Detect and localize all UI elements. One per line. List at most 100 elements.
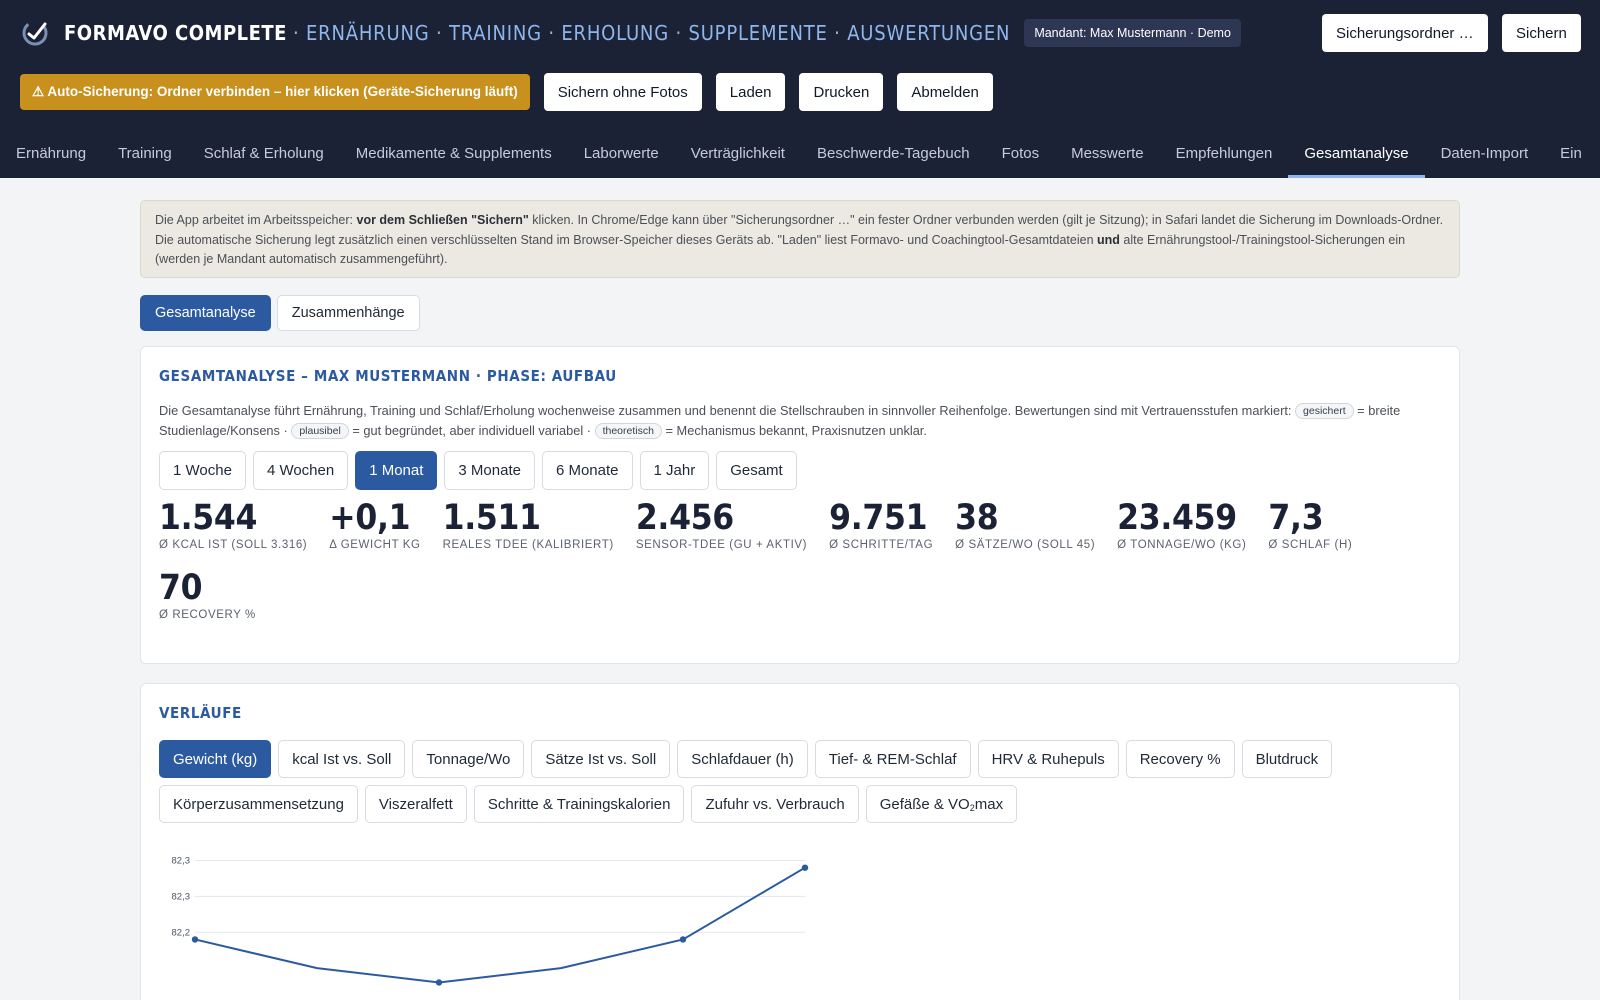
logout-button[interactable]: Abmelden: [897, 73, 993, 111]
y-tick-label: 82,3: [172, 891, 191, 902]
kpi-value: +0,1: [329, 498, 411, 538]
kpi-label: Δ Gewicht kg: [329, 539, 421, 551]
subtab-1[interactable]: Zusammenhänge: [276, 295, 420, 331]
data-point[interactable]: [435, 979, 443, 986]
save-button[interactable]: Sichern: [1502, 14, 1581, 52]
metric-label: Gefäße & VO: [879, 795, 970, 813]
kpi-label: Sensor-TDEE (GU + aktiv): [635, 539, 808, 551]
nav-tab-11[interactable]: Daten-Import: [1425, 136, 1545, 178]
range-button-3[interactable]: 3 Monate: [444, 451, 535, 490]
analysis-subtabs: Gesamtanalyse Zusammenhänge: [140, 295, 420, 331]
y-tick-label: 82,3: [172, 856, 191, 867]
notice-emphasis: und: [1097, 232, 1120, 247]
metric-button-12[interactable]: Zufuhr vs. Verbrauch: [691, 785, 859, 823]
kpi-2: 1.511 Reales TDEE (kalibriert): [443, 499, 614, 551]
metric-button-0[interactable]: Gewicht (kg): [159, 740, 272, 778]
auto-backup-warning-button[interactable]: ⚠ Auto-Sicherung: Ordner verbinden – hie…: [20, 74, 530, 110]
trends-card: Verläufe Gewicht (kg) kcal Ist vs. Soll To…: [140, 683, 1460, 1000]
range-button-2[interactable]: 1 Monat: [355, 451, 438, 490]
range-button-4[interactable]: 6 Monate: [541, 451, 633, 490]
kpi-value: 1.544: [159, 498, 258, 538]
notice-emphasis: vor dem Schließen "Sichern": [356, 213, 529, 227]
metric-button-1[interactable]: kcal Ist vs. Soll: [278, 740, 406, 778]
print-button[interactable]: Drucken: [799, 73, 884, 111]
kpi-value: 70: [159, 568, 203, 608]
range-button-1[interactable]: 4 Wochen: [252, 451, 349, 490]
intro-text: = gut begründet, aber individuell variab…: [348, 423, 595, 438]
range-button-5[interactable]: 1 Jahr: [639, 451, 710, 490]
metric-button-8[interactable]: Blutdruck: [1241, 740, 1333, 778]
kpi-7: 7,3 Ø Schlaf (h): [1268, 499, 1352, 551]
metric-button-6[interactable]: HRV & Ruhepuls: [977, 740, 1119, 778]
metric-button-11[interactable]: Schritte & Trainingskalorien: [473, 785, 685, 823]
trends-title: Verläufe: [159, 704, 242, 722]
confidence-pill-secured: gesichert: [1295, 403, 1354, 419]
tenant-badge: Mandant: Max Mustermann · Demo: [1024, 19, 1241, 47]
intro-text: = Mechanismus bekannt, Praxisnutzen unkl…: [661, 423, 927, 438]
info-notice: Die App arbeitet im Arbeitsspeicher: vor…: [140, 200, 1460, 278]
kpi-grid: 1.544 Ø kcal Ist (Soll 3.316) +0,1 Δ Gewich…: [159, 499, 1449, 621]
kpi-label: Ø Schlaf (h): [1268, 539, 1353, 551]
time-range-selector: 1 Woche 4 Wochen 1 Monat 3 Monate 6 Monate 1 …: [159, 451, 797, 490]
data-point[interactable]: [191, 936, 199, 943]
kpi-value: 1.511: [442, 498, 541, 538]
range-button-0[interactable]: 1 Woche: [159, 451, 246, 490]
nav-tab-6[interactable]: Beschwerde-Tagebuch: [801, 136, 986, 178]
analysis-title: Gesamtanalyse – Max Mustermann · Phase: …: [159, 367, 617, 385]
app-sections: · ERNÄHRUNG · TRAINING · ERHOLUNG · SUPP…: [292, 21, 1011, 45]
range-button-6[interactable]: Gesamt: [716, 451, 797, 490]
load-button[interactable]: Laden: [715, 73, 786, 111]
metric-button-10[interactable]: Viszeralfett: [364, 785, 467, 823]
brand-row: FORMAVO COMPLETE · ERNÄHRUNG · TRAINING …: [20, 14, 1241, 52]
metric-button-3[interactable]: Sätze Ist vs. Soll: [531, 740, 671, 778]
notice-text: Die App arbeitet im Arbeitsspeicher:: [155, 213, 357, 227]
kpi-4: 9.751 Ø Schritte/Tag: [829, 499, 933, 551]
metric-button-4[interactable]: Schlafdauer (h): [677, 740, 808, 778]
kpi-value: 38: [955, 498, 999, 538]
kpi-0: 1.544 Ø kcal Ist (Soll 3.316): [159, 499, 307, 551]
kpi-label: Ø Recovery %: [159, 609, 256, 621]
subtab-0[interactable]: Gesamtanalyse: [140, 295, 271, 331]
nav-tab-7[interactable]: Fotos: [986, 136, 1056, 178]
nav-tab-10[interactable]: Gesamtanalyse: [1288, 136, 1425, 178]
nav-tab-12[interactable]: Ein: [1544, 136, 1598, 178]
nav-tab-3[interactable]: Medikamente & Supplements: [340, 136, 568, 178]
backup-folder-button[interactable]: Sicherungsordner …: [1322, 14, 1488, 52]
confidence-pill-theoretical: theoretisch: [594, 423, 662, 439]
kpi-value: 2.456: [635, 498, 734, 538]
kpi-value: 23.459: [1117, 498, 1237, 538]
nav-tab-0[interactable]: Ernährung: [0, 136, 102, 178]
data-point[interactable]: [801, 864, 809, 871]
kpi-label: Ø Sätze/Wo (Soll 45): [955, 539, 1096, 551]
nav-tab-2[interactable]: Schlaf & Erholung: [188, 136, 340, 178]
metric-button-7[interactable]: Recovery %: [1125, 740, 1235, 778]
y-tick-label: 82,2: [172, 927, 191, 938]
main-nav: Ernährung Training Schlaf & Erholung Medika…: [0, 136, 1600, 178]
kpi-value: 7,3: [1268, 498, 1324, 538]
confidence-pill-plausible: plausibel: [291, 423, 349, 439]
nav-tab-5[interactable]: Verträglichkeit: [675, 136, 801, 178]
kpi-3: 2.456 Sensor-TDEE (GU + aktiv): [636, 499, 807, 551]
weight-series-line: [194, 866, 806, 984]
kpi-1: +0,1 Δ Gewicht kg: [329, 499, 420, 551]
metric-button-13[interactable]: Gefäße & VO2max: [865, 785, 1018, 823]
nav-tab-8[interactable]: Messwerte: [1055, 136, 1160, 178]
metric-button-2[interactable]: Tonnage/Wo: [412, 740, 525, 778]
kpi-label: Reales TDEE (kalibriert): [442, 539, 614, 551]
kpi-8: 70 Ø Recovery %: [159, 569, 256, 621]
metric-button-9[interactable]: Körperzusammensetzung: [159, 785, 358, 823]
kpi-5: 38 Ø Sätze/Wo (Soll 45): [955, 499, 1095, 551]
metric-selector: Gewicht (kg) kcal Ist vs. Soll Tonnage/Wo S…: [159, 740, 1449, 823]
metric-button-5[interactable]: Tief- & REM-Schlaf: [814, 740, 971, 778]
kpi-6: 23.459 Ø Tonnage/Wo (kg): [1117, 499, 1246, 551]
nav-tab-9[interactable]: Empfehlungen: [1160, 136, 1289, 178]
nav-tab-1[interactable]: Training: [102, 136, 188, 178]
data-point[interactable]: [679, 936, 687, 943]
kpi-label: Ø kcal Ist (Soll 3.316): [159, 539, 308, 551]
app-header: FORMAVO COMPLETE · ERNÄHRUNG · TRAINING …: [0, 0, 1600, 178]
metric-label-suffix: max: [974, 795, 1004, 813]
save-without-photos-button[interactable]: Sichern ohne Fotos: [543, 73, 702, 111]
kpi-value: 9.751: [829, 498, 928, 538]
nav-tab-4[interactable]: Laborwerte: [568, 136, 675, 178]
intro-text: Die Gesamtanalyse führt Ernährung, Train…: [159, 403, 1296, 418]
